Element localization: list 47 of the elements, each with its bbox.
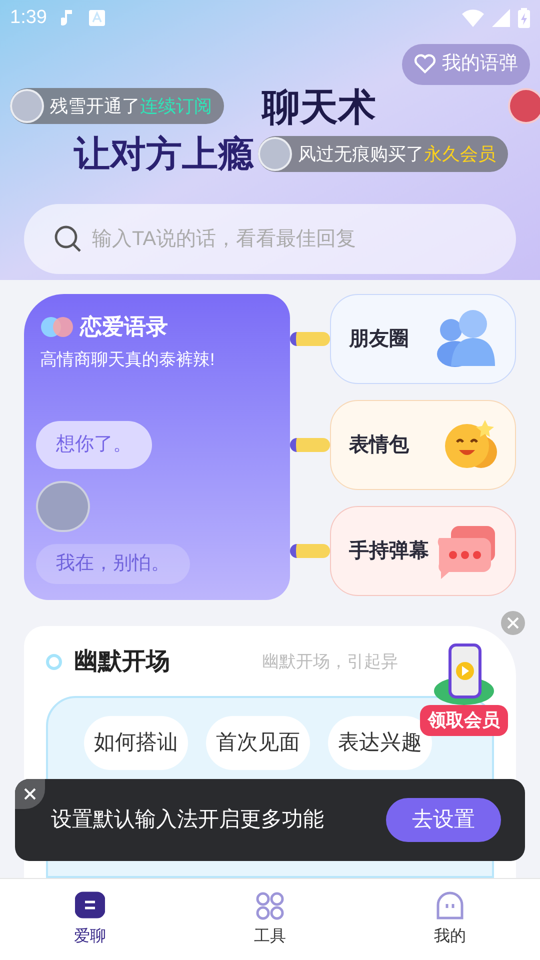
- toast-message: 设置默认输入法开启更多功能: [51, 807, 324, 834]
- barrage-text: 残雪开通了连续订阅: [50, 94, 212, 118]
- connector: [290, 438, 330, 452]
- search-icon: [54, 225, 82, 253]
- section-title: 幽默开场: [74, 647, 170, 677]
- card-subtitle: 高情商聊天真的泰裤辣!: [40, 349, 216, 371]
- feature-card[interactable]: 朋友圈: [330, 294, 516, 384]
- close-icon: [24, 788, 36, 800]
- close-icon: [507, 617, 519, 629]
- title-line: 聊天术: [262, 86, 376, 130]
- avatar: [258, 137, 292, 171]
- phone-icon: [432, 643, 496, 705]
- avatar: [36, 481, 90, 532]
- ghost-icon: [435, 890, 465, 920]
- topic-chip[interactable]: 如何搭讪: [84, 716, 188, 770]
- feature-card[interactable]: 表情包: [330, 400, 516, 490]
- avatar: [508, 88, 540, 124]
- quotes-card[interactable]: 恋爱语录 高情商聊天真的泰裤辣! 想你了。 我在，别怕。: [24, 294, 290, 600]
- ring-icon: [46, 654, 62, 670]
- search-field[interactable]: 输入TA说的话，看看最佳回复: [24, 204, 516, 274]
- wifi-icon: [462, 9, 484, 27]
- feature-card[interactable]: 手持弹幕: [330, 506, 516, 596]
- connector: [290, 332, 330, 346]
- avatar: [10, 89, 44, 123]
- section-subtitle: 幽默开场，引起异: [262, 651, 398, 674]
- grid-icon: [255, 890, 285, 920]
- connector: [290, 544, 330, 558]
- chat-icon: [75, 890, 105, 920]
- message-bubble: 我在，别怕。: [36, 544, 190, 584]
- keyboard-letter-icon: [88, 10, 105, 26]
- status-time: 1:39: [10, 6, 47, 30]
- search-input[interactable]: 输入TA说的话，看看最佳回复: [92, 224, 486, 254]
- settings-button[interactable]: 去设置: [386, 798, 501, 842]
- nav-tab[interactable]: 工具: [180, 879, 360, 960]
- topic-chip[interactable]: 首次见面: [206, 716, 310, 770]
- close-button[interactable]: [15, 779, 45, 809]
- title-line: 让对方上瘾: [74, 132, 254, 176]
- overlapping-circles-icon: [40, 316, 74, 338]
- barrage-text: 风过无痕购买了永久会员: [298, 142, 496, 166]
- nav-tab[interactable]: 我的: [360, 879, 540, 960]
- battery-icon: [518, 8, 530, 28]
- message-bubble: 想你了。: [36, 420, 152, 469]
- card-title: 恋爱语录: [80, 313, 168, 341]
- note-icon: [60, 9, 75, 27]
- signal-icon: [492, 9, 510, 27]
- heart-icon: [414, 54, 436, 74]
- nav-tab[interactable]: 爱聊: [0, 879, 180, 960]
